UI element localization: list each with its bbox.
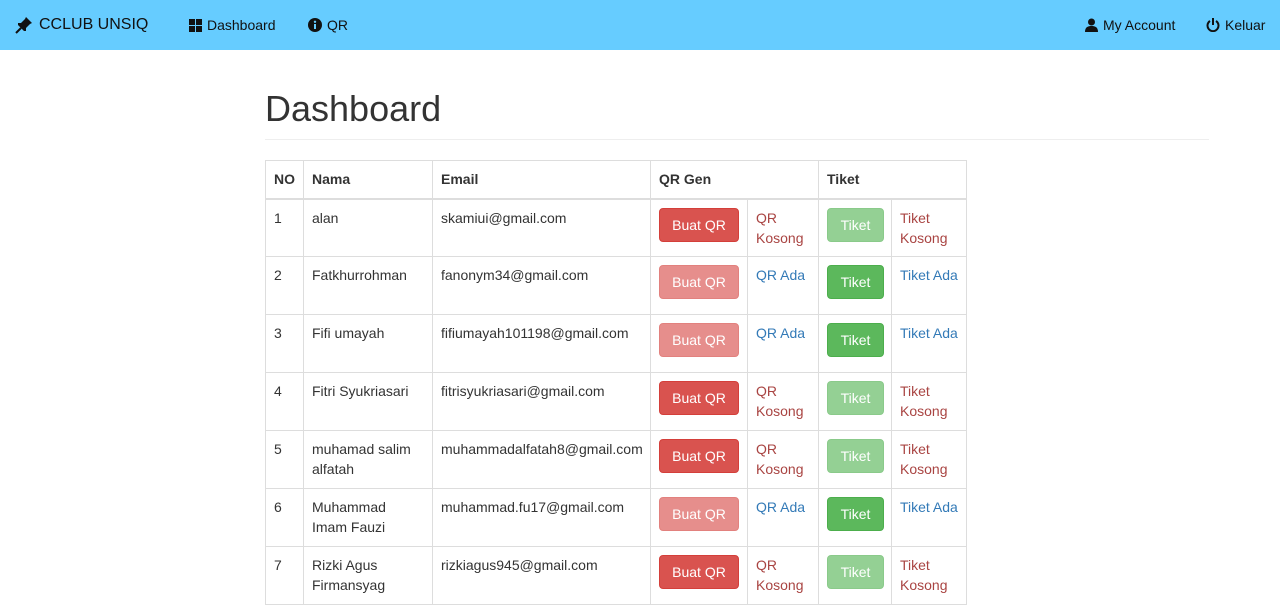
nav-logout[interactable]: Keluar (1206, 0, 1265, 50)
tiket-button[interactable]: Tiket (827, 497, 884, 531)
table-row: 4 Fitri Syukriasari fitrisyukriasari@gmail… (265, 372, 967, 431)
cell-email: fitrisyukriasari@gmail.com (432, 372, 651, 431)
participants-table: NO Nama Email QR Gen Tiket 1 alan skamiui@… (265, 160, 967, 605)
cell-tiket-button: Tiket (818, 488, 892, 547)
cell-no: 5 (265, 430, 304, 489)
buat-qr-button[interactable]: Buat QR (659, 265, 739, 299)
tiket-status: Tiket Kosong (891, 546, 967, 605)
tiket-button[interactable]: Tiket (827, 323, 884, 357)
buat-qr-button[interactable]: Buat QR (659, 323, 739, 357)
cell-no: 6 (265, 488, 304, 547)
qr-status: QR Kosong (747, 546, 819, 605)
cell-qr-button: Buat QR (650, 372, 748, 431)
table-row: 2 Fatkhurrohman fanonym34@gmail.com Buat QR… (265, 256, 967, 315)
cell-tiket-button: Tiket (818, 314, 892, 373)
cell-email: skamiui@gmail.com (432, 198, 651, 257)
tiket-status: Tiket Ada (891, 314, 967, 373)
user-icon (1085, 18, 1098, 32)
info-sign-icon (308, 18, 322, 32)
buat-qr-button[interactable]: Buat QR (659, 381, 739, 415)
tiket-button[interactable]: Tiket (827, 207, 884, 242)
cell-nama: Muhammad Imam Fauzi (303, 488, 433, 547)
tiket-button[interactable]: Tiket (827, 265, 884, 299)
cell-tiket-button: Tiket (818, 372, 892, 431)
cell-qr-button: Buat QR (650, 256, 748, 315)
qr-status: QR Kosong (747, 198, 819, 257)
tiket-status: Tiket Kosong (891, 430, 967, 489)
buat-qr-button[interactable]: Buat QR (659, 497, 739, 531)
qr-status: QR Ada (747, 256, 819, 315)
cell-nama: Fatkhurrohman (303, 256, 433, 315)
cell-no: 4 (265, 372, 304, 431)
header-no: NO (265, 160, 304, 200)
title-divider (265, 139, 1209, 140)
table-row: 6 Muhammad Imam Fauzi muhammad.fu17@gmail.… (265, 488, 967, 547)
table-row: 3 Fifi umayah fifiumayah101198@gmail.com Bu… (265, 314, 967, 373)
qr-status: QR Ada (747, 314, 819, 373)
tiket-status: Tiket Kosong (891, 198, 967, 257)
table-row: 1 alan skamiui@gmail.com Buat QR QR Kosong Ti… (265, 198, 967, 257)
tiket-status: Tiket Ada (891, 256, 967, 315)
cell-nama: alan (303, 198, 433, 257)
nav-logout-label: Keluar (1225, 17, 1266, 33)
page-title: Dashboard (265, 88, 442, 129)
cell-qr-button: Buat QR (650, 314, 748, 373)
cell-nama: Rizki Agus Firmansyag (303, 546, 433, 605)
cell-tiket-button: Tiket (818, 256, 892, 315)
cell-qr-button: Buat QR (650, 546, 748, 605)
brand-label: CCLUB UNSIQ (39, 16, 149, 33)
cell-email: fanonym34@gmail.com (432, 256, 651, 315)
cell-nama: Fifi umayah (303, 314, 433, 373)
table-row: 7 Rizki Agus Firmansyag rizkiagus945@gmail… (265, 546, 967, 605)
cell-no: 7 (265, 546, 304, 605)
table-row: 5 muhamad salim alfatah muhammadalfatah8@g… (265, 430, 967, 489)
cell-tiket-button: Tiket (818, 198, 892, 257)
tiket-button[interactable]: Tiket (827, 555, 884, 589)
cell-nama: Fitri Syukriasari (303, 372, 433, 431)
th-large-icon (189, 18, 202, 32)
cell-email: fifiumayah101198@gmail.com (432, 314, 651, 373)
off-icon (1206, 18, 1220, 32)
tiket-status: Tiket Kosong (891, 372, 967, 431)
cell-qr-button: Buat QR (650, 198, 748, 257)
header-qr-gen: QR Gen (650, 160, 819, 200)
qr-status: QR Ada (747, 488, 819, 547)
tiket-button[interactable]: Tiket (827, 381, 884, 415)
tiket-status: Tiket Ada (891, 488, 967, 547)
nav-my-account[interactable]: My Account (1085, 0, 1175, 50)
nav-dashboard[interactable]: Dashboard (189, 0, 276, 50)
nav-qr[interactable]: QR (308, 0, 348, 50)
nav-dashboard-label: Dashboard (207, 17, 276, 33)
qr-status: QR Kosong (747, 430, 819, 489)
cell-no: 2 (265, 256, 304, 315)
buat-qr-button[interactable]: Buat QR (659, 439, 739, 473)
nav-my-account-label: My Account (1103, 17, 1176, 33)
cell-qr-button: Buat QR (650, 430, 748, 489)
cell-email: rizkiagus945@gmail.com (432, 546, 651, 605)
cell-email: muhammadalfatah8@gmail.com (432, 430, 651, 489)
tiket-button[interactable]: Tiket (827, 439, 884, 473)
cell-email: muhammad.fu17@gmail.com (432, 488, 651, 547)
cell-no: 1 (265, 198, 304, 257)
qr-status: QR Kosong (747, 372, 819, 431)
brand-link[interactable]: CCLUB UNSIQ (15, 0, 148, 50)
buat-qr-button[interactable]: Buat QR (659, 555, 739, 589)
cell-nama: muhamad salim alfatah (303, 430, 433, 489)
header-tiket: Tiket (818, 160, 967, 200)
cell-no: 3 (265, 314, 304, 373)
buat-qr-button[interactable]: Buat QR (659, 207, 739, 242)
navbar: CCLUB UNSIQ Dashboard QR My Account Kelu… (0, 0, 1280, 50)
nav-qr-label: QR (327, 17, 348, 33)
table-header-row: NO Nama Email QR Gen Tiket (265, 160, 967, 200)
cell-tiket-button: Tiket (818, 546, 892, 605)
cell-qr-button: Buat QR (650, 488, 748, 547)
header-nama: Nama (303, 160, 433, 200)
pushpin-icon (15, 16, 33, 34)
cell-tiket-button: Tiket (818, 430, 892, 489)
header-email: Email (432, 160, 651, 200)
